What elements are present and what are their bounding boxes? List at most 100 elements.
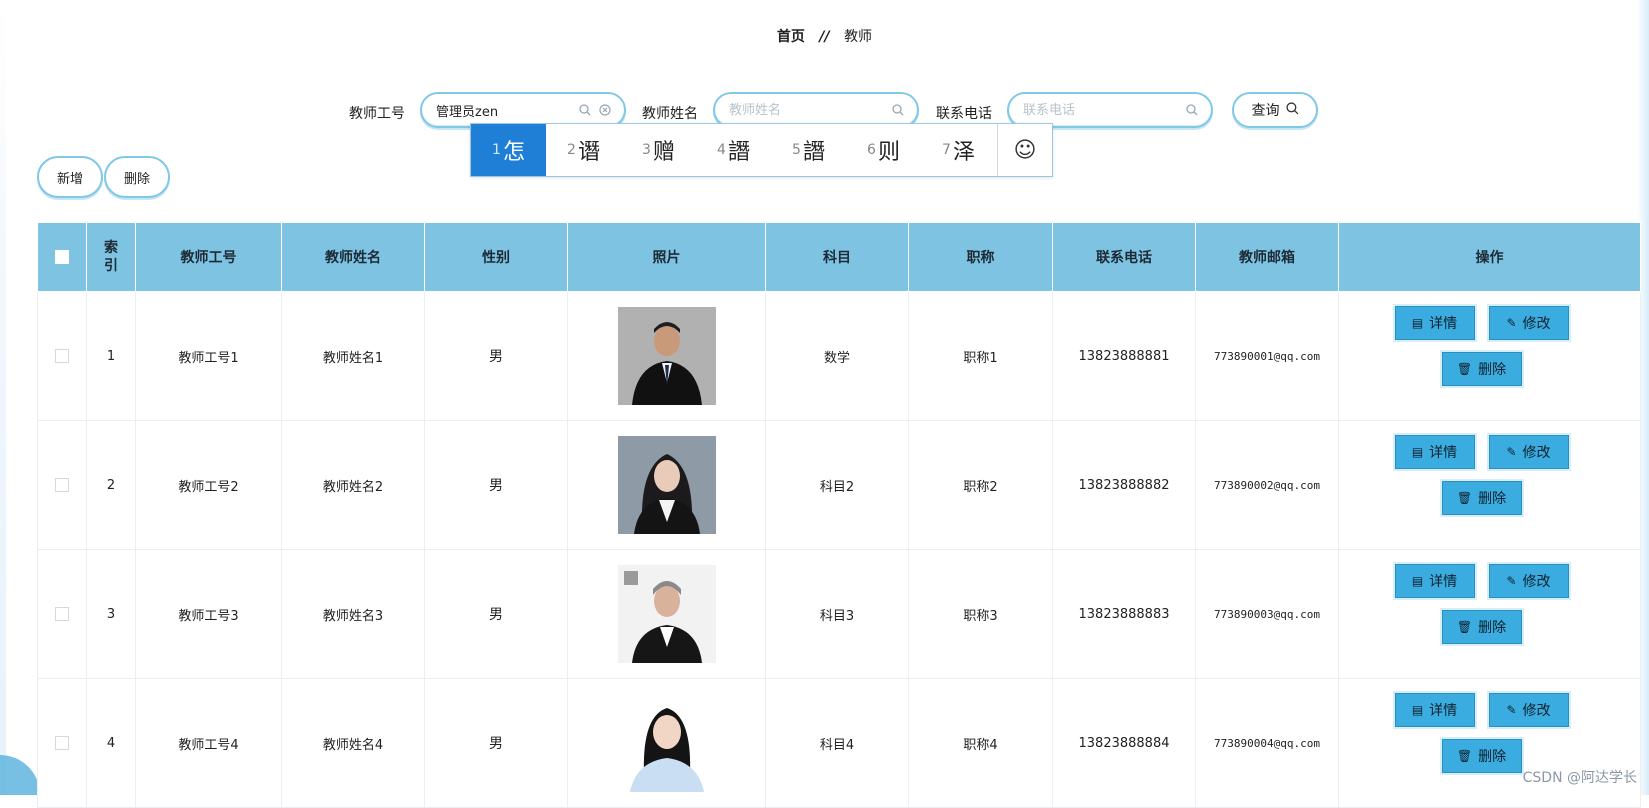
detail-button[interactable]: ▤ 详情	[1394, 693, 1475, 727]
query-button[interactable]: 查询	[1232, 92, 1318, 128]
delete-label: 删除	[1478, 620, 1507, 636]
delete-button[interactable]: 🗑 删除	[1441, 352, 1522, 386]
teacher-photo[interactable]	[617, 436, 716, 534]
trash-icon: 🗑	[1456, 749, 1473, 763]
document-icon: ▤	[1411, 316, 1424, 330]
edit-label: 修改	[1522, 445, 1551, 461]
row-checkbox[interactable]	[55, 478, 69, 492]
trash-icon: 🗑	[1456, 620, 1473, 634]
row-actions: ▤ 详情 ✎ 修改 🗑 删除	[1394, 435, 1585, 535]
cell-photo	[567, 678, 766, 808]
delete-label: 删除	[1478, 491, 1507, 507]
ime-candidate[interactable]: 3 赠	[621, 124, 696, 176]
breadcrumb-separator: //	[819, 29, 830, 45]
teacher-no-label: 教师工号	[349, 106, 405, 122]
edit-button[interactable]: ✎ 修改	[1488, 306, 1569, 340]
ime-candidate-char: 谮	[577, 140, 600, 165]
detail-button[interactable]: ▤ 详情	[1394, 435, 1475, 469]
header-teacher-name: 教师姓名	[281, 222, 425, 292]
row-select-cell	[37, 678, 87, 808]
teacher-photo[interactable]	[617, 694, 716, 792]
cell-teacher-no: 教师工号1	[135, 291, 282, 421]
row-checkbox[interactable]	[55, 736, 69, 750]
cell-index: 2	[86, 420, 136, 550]
delete-button[interactable]: 🗑 删除	[1441, 610, 1522, 644]
row-checkbox[interactable]	[55, 349, 69, 363]
row-select-cell	[37, 420, 87, 550]
cell-teacher-no: 教师工号3	[135, 549, 282, 679]
ime-candidate-number: 4	[717, 142, 726, 158]
teacher-photo[interactable]	[617, 565, 716, 663]
edit-label: 修改	[1522, 316, 1551, 332]
ime-candidate-number: 3	[642, 142, 651, 158]
cell-title: 职称4	[908, 678, 1053, 808]
header-index: 索 引	[86, 222, 136, 292]
header-gender: 性别	[424, 222, 568, 292]
ime-candidate-char: 泽	[952, 140, 975, 165]
add-button[interactable]: 新增	[37, 156, 103, 198]
ime-candidate[interactable]: 1 怎	[471, 124, 546, 176]
header-teacher-no: 教师工号	[135, 222, 282, 292]
ime-candidate-char: 譖	[802, 140, 825, 165]
ime-candidate[interactable]: 4 譖	[696, 124, 771, 176]
header-email: 教师邮箱	[1195, 222, 1339, 292]
ime-candidate[interactable]: 7 泽	[921, 124, 996, 176]
page: 首页 // 教师 教师工号 教师姓名 联系电话	[0, 0, 1649, 808]
teacher-table: 索 引 教师工号 教师姓名 性别 照片 科目 职称 联系电话 教师邮箱 操作 1…	[37, 222, 1641, 808]
edit-button[interactable]: ✎ 修改	[1488, 693, 1569, 727]
smile-icon[interactable]: ☺	[997, 124, 1052, 176]
table-row: 1 教师工号1 教师姓名1 男 数学 职称1 13823888881 77389…	[37, 291, 1641, 421]
detail-button[interactable]: ▤ 详情	[1394, 306, 1475, 340]
cell-gender: 男	[424, 549, 568, 679]
document-icon: ▤	[1411, 445, 1424, 459]
cell-teacher-no: 教师工号2	[135, 420, 282, 550]
clear-icon[interactable]	[598, 103, 612, 117]
cell-email: 773890001@qq.com	[1195, 291, 1339, 421]
cell-email: 773890004@qq.com	[1195, 678, 1339, 808]
ime-candidate[interactable]: 6 则	[846, 124, 921, 176]
edit-button[interactable]: ✎ 修改	[1488, 564, 1569, 598]
ime-candidate-number: 2	[567, 142, 576, 158]
phone-input[interactable]	[1021, 101, 1179, 119]
search-icon	[1285, 101, 1299, 119]
header-subject: 科目	[765, 222, 909, 292]
edit-button[interactable]: ✎ 修改	[1488, 435, 1569, 469]
ime-candidate[interactable]: 2 谮	[546, 124, 621, 176]
detail-label: 详情	[1429, 445, 1458, 461]
cell-gender: 男	[424, 420, 568, 550]
cell-phone: 13823888881	[1052, 291, 1196, 421]
corner-decoration	[0, 755, 40, 795]
breadcrumb-home[interactable]: 首页	[777, 29, 805, 45]
detail-button[interactable]: ▤ 详情	[1394, 564, 1475, 598]
cell-subject: 科目3	[765, 549, 909, 679]
table-header-row: 索 引 教师工号 教师姓名 性别 照片 科目 职称 联系电话 教师邮箱 操作	[37, 222, 1641, 292]
cell-actions: ▤ 详情 ✎ 修改 🗑 删除	[1338, 291, 1641, 421]
ime-candidate-char: 怎	[502, 140, 525, 165]
detail-label: 详情	[1429, 316, 1458, 332]
teacher-name-input[interactable]	[727, 101, 885, 119]
ime-candidate-number: 7	[942, 142, 951, 158]
search-icon	[578, 103, 592, 117]
cell-subject: 科目2	[765, 420, 909, 550]
trash-icon: 🗑	[1456, 491, 1473, 505]
delete-button[interactable]: 🗑 删除	[1441, 739, 1522, 773]
row-checkbox[interactable]	[55, 607, 69, 621]
detail-label: 详情	[1429, 703, 1458, 719]
ime-candidate-number: 5	[792, 142, 801, 158]
teacher-no-input[interactable]	[434, 101, 572, 119]
header-actions: 操作	[1338, 222, 1641, 292]
select-all-checkbox[interactable]	[55, 250, 69, 264]
row-actions: ▤ 详情 ✎ 修改 🗑 删除	[1394, 306, 1585, 406]
row-select-cell	[37, 549, 87, 679]
document-icon: ▤	[1411, 574, 1424, 588]
cell-actions: ▤ 详情 ✎ 修改 🗑 删除	[1338, 420, 1641, 550]
query-label: 查询	[1251, 103, 1280, 119]
bulk-delete-button[interactable]: 删除	[104, 156, 170, 198]
cell-actions: ▤ 详情 ✎ 修改 🗑 删除	[1338, 678, 1641, 808]
select-all-cell	[37, 222, 87, 292]
ime-candidate[interactable]: 5 譖	[771, 124, 846, 176]
cell-index: 3	[86, 549, 136, 679]
watermark: CSDN @阿达学长	[1522, 770, 1637, 786]
delete-button[interactable]: 🗑 删除	[1441, 481, 1522, 515]
teacher-photo[interactable]	[617, 307, 716, 405]
